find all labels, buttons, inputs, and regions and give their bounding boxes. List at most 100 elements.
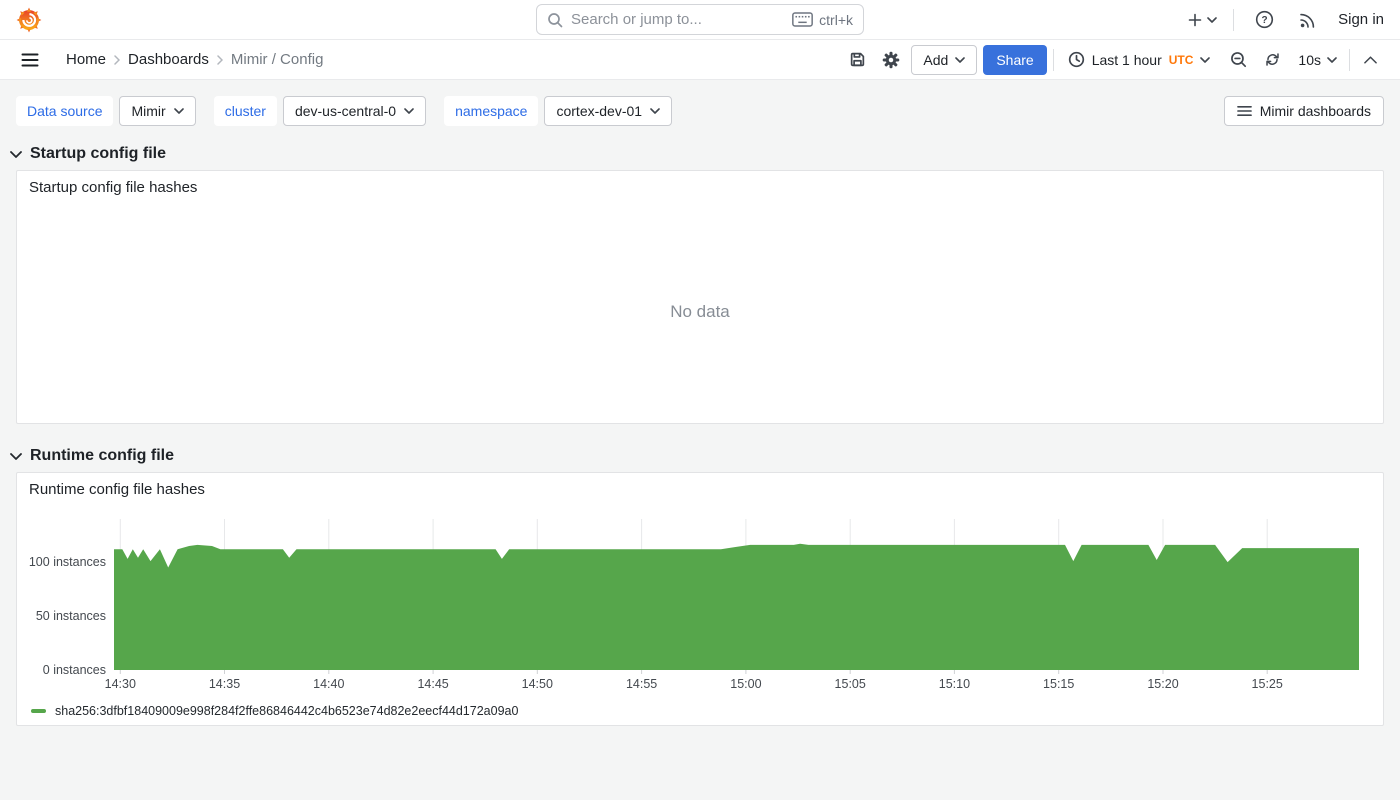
variable-namespace-value: cortex-dev-01 bbox=[556, 103, 643, 119]
divider bbox=[1349, 48, 1350, 71]
dashboard-settings-button[interactable] bbox=[877, 44, 905, 76]
shortcut-label: ctrl+k bbox=[819, 11, 853, 28]
zoom-out-icon bbox=[1230, 52, 1246, 68]
add-label: Add bbox=[923, 51, 949, 68]
row-startup-config-file[interactable]: Startup config file bbox=[0, 136, 1400, 170]
svg-text:14:30: 14:30 bbox=[105, 677, 136, 691]
save-icon bbox=[850, 52, 865, 67]
svg-text:14:50: 14:50 bbox=[522, 677, 553, 691]
svg-text:14:40: 14:40 bbox=[313, 677, 344, 691]
svg-text:15:20: 15:20 bbox=[1147, 677, 1178, 691]
runtime-config-chart[interactable]: 14:30 14:35 14:40 14:45 14:50 14:55 15:00 15:05… bbox=[17, 473, 1383, 697]
caret-down-icon bbox=[1207, 16, 1217, 23]
divider bbox=[1233, 8, 1235, 31]
search-input[interactable] bbox=[571, 11, 785, 28]
caret-down-icon bbox=[404, 108, 414, 114]
caret-down-icon bbox=[1200, 56, 1211, 63]
svg-text:50 instances: 50 instances bbox=[36, 609, 106, 623]
plus-icon bbox=[1188, 13, 1202, 26]
section-title: Runtime config file bbox=[30, 447, 174, 464]
help-icon: ? bbox=[1255, 10, 1273, 29]
svg-text:14:45: 14:45 bbox=[417, 677, 448, 691]
svg-text:15:00: 15:00 bbox=[730, 677, 761, 691]
refresh-icon bbox=[1266, 53, 1279, 66]
variable-namespace-label: namespace bbox=[444, 96, 539, 126]
variable-namespace: namespace cortex-dev-01 bbox=[444, 96, 673, 126]
help-button[interactable]: ? bbox=[1250, 4, 1278, 36]
new-button[interactable] bbox=[1187, 4, 1217, 36]
chevron-up-icon bbox=[1363, 55, 1377, 64]
grafana-logo[interactable] bbox=[16, 7, 42, 33]
legend-label: sha256:3dfbf18409009e998f284f2ffe8684644… bbox=[55, 704, 519, 718]
svg-text:15:10: 15:10 bbox=[939, 677, 970, 691]
grafana-logo-icon bbox=[16, 7, 42, 32]
refresh-button[interactable] bbox=[1258, 44, 1286, 76]
panel-title[interactable]: Startup config file hashes bbox=[17, 171, 209, 204]
zoom-out-time-button[interactable] bbox=[1224, 44, 1252, 76]
svg-text:100 instances: 100 instances bbox=[29, 555, 106, 569]
list-icon bbox=[1236, 105, 1252, 117]
news-button[interactable] bbox=[1294, 4, 1322, 36]
section-chevron-icon bbox=[10, 452, 22, 460]
svg-text:14:55: 14:55 bbox=[626, 677, 657, 691]
variable-cluster-label: cluster bbox=[213, 96, 277, 126]
menu-icon bbox=[21, 53, 39, 66]
add-button[interactable]: Add bbox=[911, 44, 978, 75]
search-icon bbox=[548, 12, 563, 27]
dashboard-toolbar: Home Dashboards Mimir / Config Add Share… bbox=[0, 40, 1400, 80]
svg-text:0 instances: 0 instances bbox=[43, 663, 106, 677]
caret-down-icon bbox=[173, 108, 184, 114]
variable-datasource-label: Data source bbox=[16, 96, 114, 126]
timezone-label: UTC bbox=[1168, 52, 1194, 67]
top-nav: ctrl+k ? Sign in bbox=[0, 0, 1400, 40]
variable-datasource: Data source Mimir bbox=[16, 96, 196, 126]
breadcrumb-current: Mimir / Config bbox=[230, 51, 324, 68]
svg-text:15:05: 15:05 bbox=[835, 677, 866, 691]
caret-down-icon bbox=[955, 56, 966, 63]
mimir-dashboards-label: Mimir dashboards bbox=[1259, 103, 1371, 119]
variable-namespace-picker[interactable]: cortex-dev-01 bbox=[544, 96, 673, 126]
chevron-right-icon bbox=[217, 54, 223, 65]
breadcrumb: Home Dashboards Mimir / Config bbox=[66, 51, 323, 68]
svg-text:14:35: 14:35 bbox=[209, 677, 240, 691]
panel-startup-config-hashes: Startup config file hashes No data bbox=[16, 170, 1384, 424]
variable-datasource-value: Mimir bbox=[131, 103, 166, 119]
legend-swatch bbox=[31, 709, 46, 713]
panel-title[interactable]: Runtime config file hashes bbox=[17, 473, 217, 506]
global-search[interactable]: ctrl+k bbox=[536, 4, 864, 35]
sign-in-button[interactable]: Sign in bbox=[1338, 11, 1384, 28]
mega-menu-button[interactable] bbox=[16, 44, 44, 76]
svg-text:15:15: 15:15 bbox=[1043, 677, 1074, 691]
caret-down-icon bbox=[1327, 56, 1337, 63]
legend-item[interactable]: sha256:3dfbf18409009e998f284f2ffe8684644… bbox=[31, 704, 518, 718]
chevron-right-icon bbox=[114, 54, 121, 65]
section-title: Startup config file bbox=[30, 145, 166, 162]
collapse-toolbar-button[interactable] bbox=[1356, 44, 1384, 76]
refresh-interval-picker[interactable]: 10s bbox=[1292, 45, 1343, 75]
time-range-picker[interactable]: Last 1 hour UTC bbox=[1060, 45, 1219, 75]
svg-text:15:25: 15:25 bbox=[1252, 677, 1283, 691]
section-chevron-icon bbox=[10, 150, 22, 158]
search-shortcut: ctrl+k bbox=[792, 12, 853, 28]
refresh-interval-label: 10s bbox=[1298, 51, 1321, 68]
save-dashboard-button[interactable] bbox=[843, 44, 871, 76]
no-data-message: No data bbox=[670, 302, 730, 321]
variable-datasource-picker[interactable]: Mimir bbox=[119, 96, 196, 126]
variable-cluster: cluster dev-us-central-0 bbox=[213, 96, 427, 126]
svg-text:?: ? bbox=[1261, 15, 1267, 26]
gear-icon bbox=[883, 51, 900, 68]
share-button[interactable]: Share bbox=[983, 44, 1047, 75]
variable-cluster-picker[interactable]: dev-us-central-0 bbox=[282, 96, 427, 126]
keyboard-icon bbox=[792, 12, 814, 27]
row-runtime-config-file[interactable]: Runtime config file bbox=[0, 438, 1400, 472]
breadcrumb-home[interactable]: Home bbox=[66, 51, 106, 68]
panel-runtime-config-hashes: Runtime config file hashes 14:30 14:35 14:… bbox=[16, 472, 1384, 726]
clock-icon bbox=[1068, 51, 1084, 68]
divider bbox=[1052, 48, 1054, 71]
time-range-label: Last 1 hour bbox=[1091, 51, 1162, 68]
breadcrumb-dashboards[interactable]: Dashboards bbox=[128, 51, 209, 68]
variable-cluster-value: dev-us-central-0 bbox=[294, 103, 397, 119]
rss-icon bbox=[1300, 13, 1315, 28]
mimir-dashboards-button[interactable]: Mimir dashboards bbox=[1223, 96, 1384, 126]
caret-down-icon bbox=[650, 108, 660, 114]
